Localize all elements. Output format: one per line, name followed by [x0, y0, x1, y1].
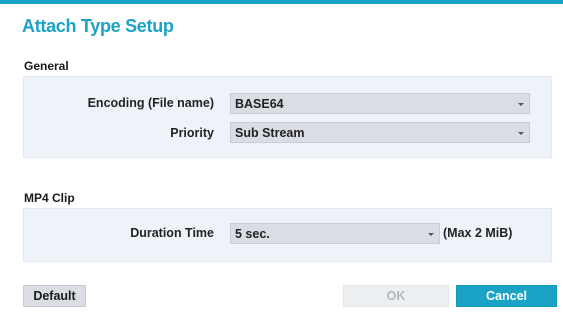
chevron-down-icon	[518, 103, 524, 106]
encoding-label: Encoding (File name)	[87, 96, 214, 110]
duration-max-hint: (Max 2 MiB)	[443, 226, 513, 240]
section-label-mp4-clip: MP4 Clip	[24, 191, 75, 205]
duration-label: Duration Time	[130, 226, 214, 240]
dialog-title: Attach Type Setup	[22, 16, 174, 36]
mp4-clip-panel: Duration Time 5 sec. (Max 2 MiB)	[23, 208, 552, 262]
general-panel: Encoding (File name) BASE64 Priority Sub…	[23, 76, 552, 158]
chevron-down-icon	[518, 132, 524, 135]
ok-button[interactable]: OK	[343, 285, 449, 307]
chevron-down-icon	[428, 233, 434, 236]
priority-label: Priority	[170, 126, 214, 140]
encoding-select[interactable]: BASE64	[230, 93, 530, 114]
priority-select[interactable]: Sub Stream	[230, 122, 530, 143]
default-button[interactable]: Default	[23, 285, 86, 307]
duration-select[interactable]: 5 sec.	[230, 223, 440, 244]
attach-type-setup-dialog: Attach Type Setup General Encoding (File…	[0, 0, 563, 318]
duration-value: 5 sec.	[235, 227, 270, 241]
encoding-value: BASE64	[235, 97, 284, 111]
section-label-general: General	[24, 59, 69, 73]
cancel-button[interactable]: Cancel	[456, 285, 557, 307]
priority-value: Sub Stream	[235, 126, 305, 140]
